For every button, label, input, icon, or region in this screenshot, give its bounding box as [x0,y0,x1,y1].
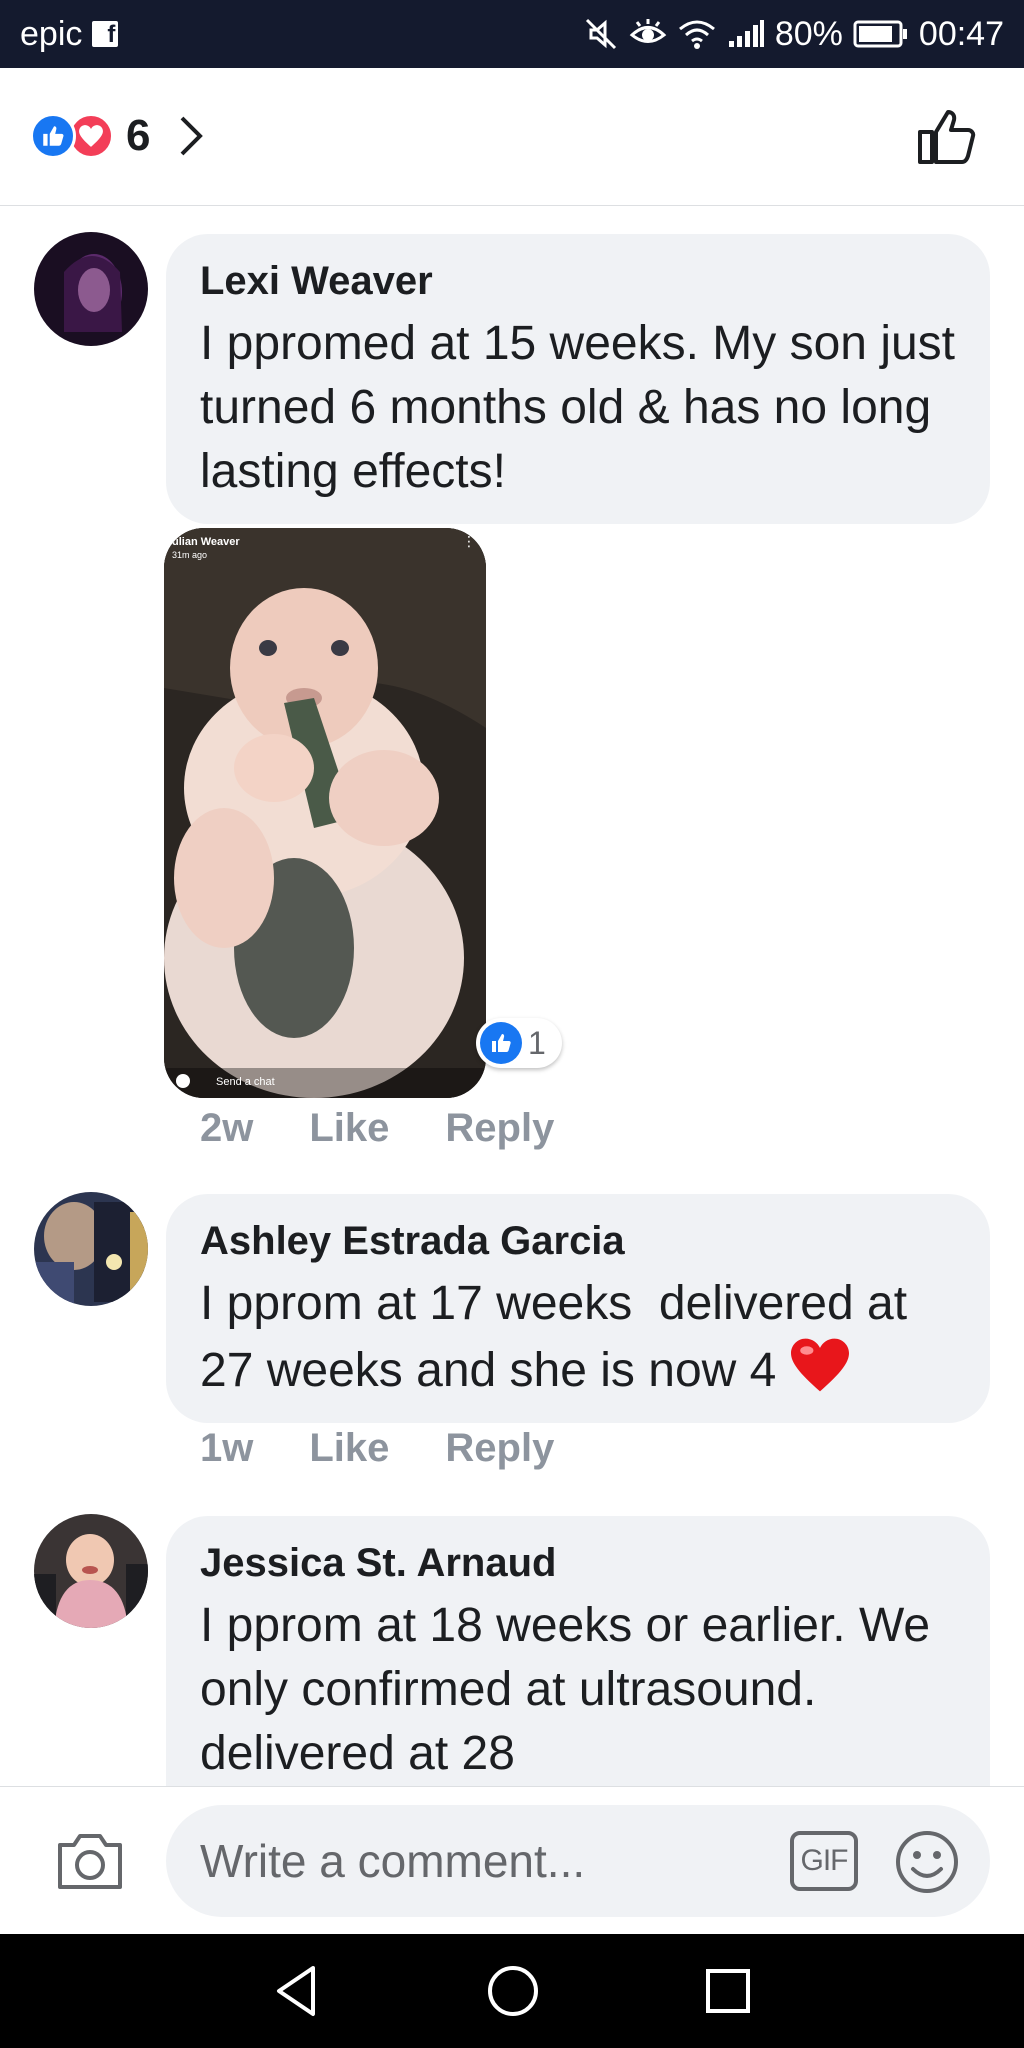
comment-text: I ppromed at 15 weeks. My son just turne… [200,317,969,498]
system-nav-bar [0,1934,1024,2048]
like-reaction-icon [480,1022,522,1064]
reply-button[interactable]: Reply [445,1426,554,1471]
camera-icon[interactable] [54,1829,126,1893]
back-button[interactable] [273,1964,321,2018]
avatar[interactable] [34,1514,148,1628]
comment-reaction-badge[interactable]: 1 [476,1018,562,1068]
comment-author[interactable]: Lexi Weaver [200,256,956,306]
comment-text: I pprom at 18 weeks or earlier. We only … [200,1599,944,1780]
reactions-header: 6 [0,68,1024,206]
comment-actions: 2w Like Reply [200,1106,554,1151]
thumbs-up-icon[interactable] [916,104,980,168]
comment-text: I pprom at 17 weeks delivered at 27 week… [200,1272,956,1403]
photo-bottom-text: Send a chat [216,1076,275,1088]
comment-time: 1w [200,1426,254,1470]
like-button[interactable]: Like [309,1426,389,1471]
gif-icon[interactable]: GIF [790,1831,858,1891]
comment-bubble[interactable]: Ashley Estrada Garcia I pprom at 17 week… [166,1194,990,1423]
clock: 00:47 [918,14,1004,53]
emoji-icon[interactable] [894,1829,960,1895]
home-icon [487,1966,538,2016]
reply-button[interactable]: Reply [445,1106,554,1151]
wifi-icon [678,20,715,49]
eye-comfort-icon [629,19,667,43]
chevron-right-icon[interactable] [178,114,206,158]
reaction-count: 1 [528,1024,546,1061]
photo-sender-name: ulian Weaver [172,536,240,548]
comment-photo[interactable]: ulian Weaver 31m ago ⋮ Send a chat [164,528,486,1098]
signal-icon [728,20,764,47]
reaction-count: 6 [126,111,151,160]
comment-author[interactable]: Jessica St. Arnaud [200,1538,956,1588]
mute-icon [585,18,616,50]
more-icon: ⋮ [462,533,476,549]
comment-time: 2w [200,1106,254,1150]
recents-icon [706,1969,751,2013]
carrier-label: epic [20,14,83,53]
comment-composer: GIF [0,1786,1024,1934]
photo-time: 31m ago [172,550,208,560]
like-button[interactable]: Like [309,1106,389,1151]
heart-emoji-icon [791,1338,850,1392]
facebook-icon: f [92,21,119,48]
back-icon [276,1966,315,2016]
comment-actions: 1w Like Reply [200,1426,554,1471]
recents-button[interactable] [705,1968,751,2014]
battery-icon [853,20,907,48]
battery-percent: 80% [774,14,843,53]
avatar[interactable] [34,1192,148,1306]
status-left: epic f [20,14,119,54]
like-reaction-icon [30,113,76,159]
status-bar: epic f 80% 00:47 [0,0,1024,68]
home-button[interactable] [486,1964,540,2018]
comment-input[interactable] [166,1805,990,1917]
status-right: 80% 00:47 [583,15,1004,54]
camera-icon [176,1074,190,1088]
reaction-summary[interactable]: 6 [30,108,206,164]
avatar[interactable] [34,232,148,346]
comment-bubble[interactable]: Lexi Weaver I ppromed at 15 weeks. My so… [166,234,990,524]
comment-author[interactable]: Ashley Estrada Garcia [200,1216,956,1266]
